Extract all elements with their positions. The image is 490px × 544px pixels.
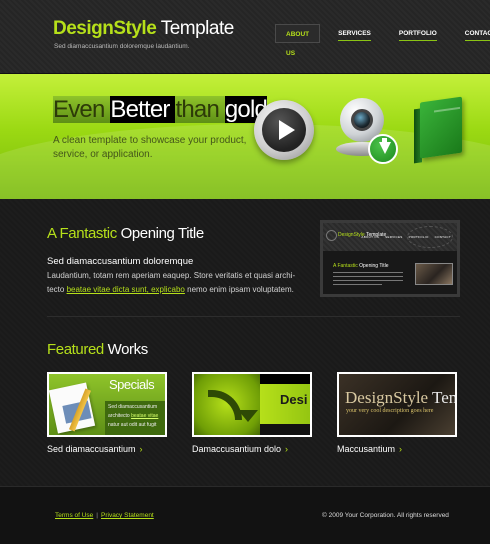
hero-subtitle: A clean template to showcase your produc…	[53, 135, 247, 160]
intro-body-line-1: Laudantium, totam rem aperiam eaquep. St…	[47, 271, 296, 280]
hero-title: Even Better than gold	[53, 96, 268, 124]
work-thumb-subtitle: your very cool description goes here	[346, 408, 434, 414]
template-preview-thumbnail[interactable]: DesignStyle Template ABOUT US SERVICES POR…	[320, 220, 460, 297]
intro-body-line-2a: tecto	[47, 285, 67, 294]
hero-banner: Even Better than gold A clean template t…	[0, 74, 490, 199]
preview-title: A Fantastic Opening Title	[333, 263, 389, 269]
arrow-right-icon: ›	[285, 444, 289, 454]
site-footer: Terms of Use | Privacy Statement © 2009 Yo…	[0, 486, 490, 544]
intro-title: A Fantastic Opening Title	[47, 225, 204, 242]
download-icon	[368, 134, 398, 164]
featured-title: Featured Works	[47, 341, 148, 358]
section-divider	[47, 316, 460, 317]
site-logo[interactable]: DesignStyle Template	[53, 18, 234, 40]
hero-title-word-1: Even	[53, 96, 111, 123]
nav-about-us[interactable]: ABOUT US	[275, 24, 321, 57]
work-thumbnail-designstyle[interactable]: DesignStyle Ten your very cool descripti…	[337, 372, 457, 437]
intro-body: Laudantium, totam rem aperiam eaquep. St…	[47, 269, 309, 297]
work-thumbnail-specials[interactable]: Specials Sed diamaccusantium architecto …	[47, 372, 167, 437]
work-item[interactable]: DesignStyle Ten your very cool descripti…	[337, 372, 480, 454]
site-header: DesignStyle Template Sed diamaccusantium…	[0, 0, 490, 74]
nav-portfolio[interactable]: PORTFOLIO	[389, 24, 447, 43]
hero-title-word-2: Better	[110, 96, 176, 123]
work-thumbnail-arrow[interactable]: Desi	[192, 372, 312, 437]
work-caption[interactable]: Damaccusantium dolo ›	[192, 444, 335, 454]
intro-heading: Sed diamaccusantium doloremque	[47, 256, 194, 267]
featured-works-list: Specials Sed diamaccusantium architecto …	[47, 372, 482, 454]
nav-contact[interactable]: CONTACT	[455, 24, 490, 43]
featured-title-green: Featured	[47, 341, 108, 358]
preview-image	[415, 263, 453, 285]
intro-body-link[interactable]: beatae vitae dicta sunt, explicabo	[67, 285, 185, 294]
work-item[interactable]: Desi Damaccusantium dolo ›	[192, 372, 335, 454]
main-content: A Fantastic Opening Title Sed diamaccusa…	[0, 199, 490, 486]
intro-title-white: Opening Title	[120, 225, 205, 242]
intro-body-line-2b: nemo enim ipsam voluptatem.	[184, 285, 294, 294]
work-thumb-title: Desi	[280, 392, 308, 407]
arrow-right-icon: ›	[139, 444, 143, 454]
logo-part-1: DesignStyle	[53, 18, 157, 39]
featured-title-white: Works	[107, 341, 149, 358]
intro-title-green: A Fantastic	[47, 225, 121, 242]
green-book-icon[interactable]	[414, 96, 462, 164]
work-caption[interactable]: Sed diamaccusantium ›	[47, 444, 190, 454]
work-thumb-title: DesignStyle Ten	[345, 388, 457, 407]
arrow-right-icon: ›	[399, 444, 403, 454]
main-nav: ABOUT US SERVICES PORTFOLIO CONTACT	[275, 24, 490, 57]
nav-services[interactable]: SERVICES	[328, 24, 381, 43]
logo-part-2: Template	[156, 18, 235, 39]
terms-of-use-link[interactable]: Terms of Use	[55, 512, 93, 519]
preview-nav: ABOUT US SERVICES PORTFOLIO CONTACT	[361, 235, 451, 239]
footer-separator: |	[96, 512, 98, 519]
footer-links: Terms of Use | Privacy Statement	[55, 512, 154, 519]
footer-copyright: © 2009 Your Corporation. All rights rese…	[322, 512, 449, 519]
webcam-download-icon[interactable]	[334, 98, 398, 164]
hero-title-word-3: than	[175, 96, 225, 123]
work-item[interactable]: Specials Sed diamaccusantium architecto …	[47, 372, 190, 454]
work-thumb-title: Specials	[109, 377, 155, 392]
play-icon[interactable]	[254, 100, 314, 160]
work-caption[interactable]: Maccusantium ›	[337, 444, 480, 454]
privacy-statement-link[interactable]: Privacy Statement	[101, 512, 154, 519]
site-tagline: Sed diamaccusantium doloremque laudantiu…	[54, 43, 190, 50]
